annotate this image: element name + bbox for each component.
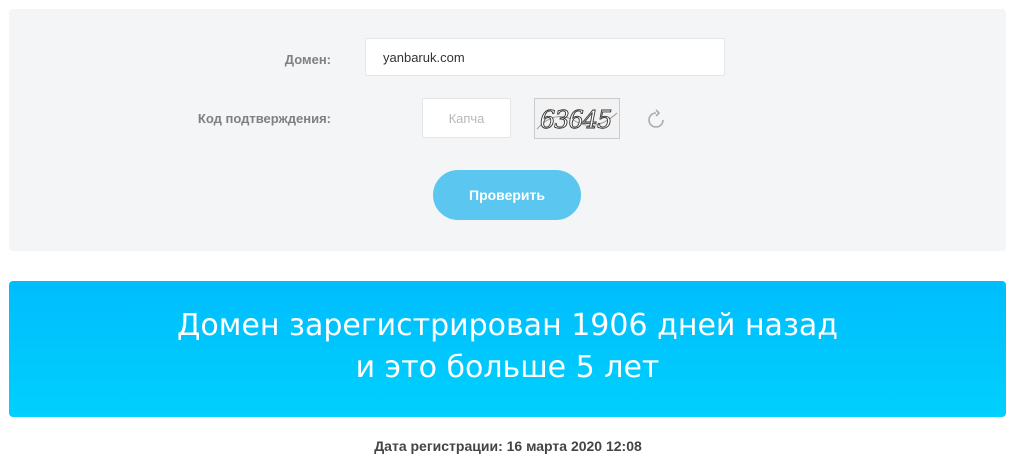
captcha-text: 63645 bbox=[540, 106, 611, 134]
refresh-icon[interactable] bbox=[644, 108, 668, 132]
result-line-1: Домен зарегистрирован 1906 дней назад bbox=[176, 308, 839, 343]
captcha-graphic: 63645 bbox=[536, 106, 618, 134]
domain-label: Домен: bbox=[284, 52, 331, 67]
result-line-2: и это больше 5 лет bbox=[355, 350, 660, 385]
check-button[interactable]: Проверить bbox=[433, 170, 581, 220]
captcha-input[interactable] bbox=[422, 98, 511, 138]
check-form-panel: Домен: Код подтверждения: 63645 Проверит… bbox=[9, 9, 1006, 251]
result-banner: Домен зарегистрирован 1906 дней назад и … bbox=[9, 281, 1006, 417]
registration-date: Дата регистрации: 16 марта 2020 12:08 bbox=[374, 438, 642, 454]
confirmation-code-label: Код подтверждения: bbox=[197, 111, 331, 126]
domain-input[interactable] bbox=[365, 38, 725, 76]
captcha-image: 63645 bbox=[534, 98, 620, 139]
